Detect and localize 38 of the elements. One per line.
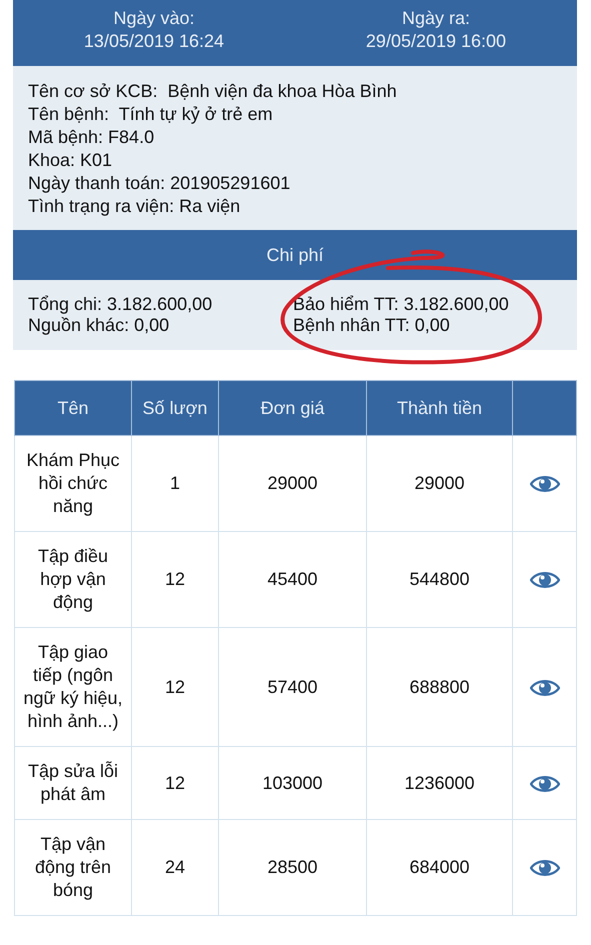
table-cell: Khám Phục hồi chức năng [14,436,132,532]
table-cell: Tập vận động trên bóng [14,820,132,916]
table-cell: 12 [132,628,218,746]
cost-line: Nguồn khác: 0,00 [28,315,170,336]
table-cell: 29000 [218,436,366,532]
table-cell: Tập giao tiếp (ngôn ngữ ký hiệu, hình ảnh...) [14,628,132,746]
table-cell: 544800 [366,532,512,628]
info-line: Tên cơ sở KCB: Bệnh viện đa khoa Hòa Bình [28,80,398,103]
table-cell: 45400 [218,532,366,628]
column-header: Số lượn [132,380,218,436]
table-cell: 57400 [218,628,366,746]
cost-line: Bệnh nhân TT: 0,00 [293,315,451,336]
table-cell: 12 [132,746,218,820]
table-cell: 28500 [218,820,366,916]
table-cell: Tập điều hợp vận động [14,532,132,628]
info-line: Mã bệnh: F84.0 [28,126,156,149]
column-header: Đơn giá [218,380,366,436]
column-header: Tên [14,380,132,436]
table-cell: 684000 [366,820,512,916]
table-cell: Tập sửa lỗi phát âm [14,746,132,820]
info-line: Tên bệnh: Tính tự kỷ ở trẻ em [28,103,274,126]
info-line: Tình trạng ra viện: Ra viện [28,195,242,218]
date-value: 29/05/2019 16:00 [364,30,508,53]
date-label: Ngày vào: [112,7,196,30]
cost-line: Tổng chi: 3.182.600,00 [28,294,214,315]
date-label: Ngày ra: [400,7,472,30]
table-cell: 1 [132,436,218,532]
info-line: Ngày thanh toán: 201905291601 [28,172,292,195]
table-cell: 12 [132,532,218,628]
table-cell: 688800 [366,628,512,746]
table-cell: 29000 [366,436,512,532]
table-cell: 24 [132,820,218,916]
info-line: Khoa: K01 [28,149,114,172]
section-header: Chi phí [13,230,577,280]
table-cell: 103000 [218,746,366,820]
column-header: Thành tiền [366,380,512,436]
date-value: 13/05/2019 16:24 [82,30,226,53]
table-cell: 1236000 [366,746,512,820]
